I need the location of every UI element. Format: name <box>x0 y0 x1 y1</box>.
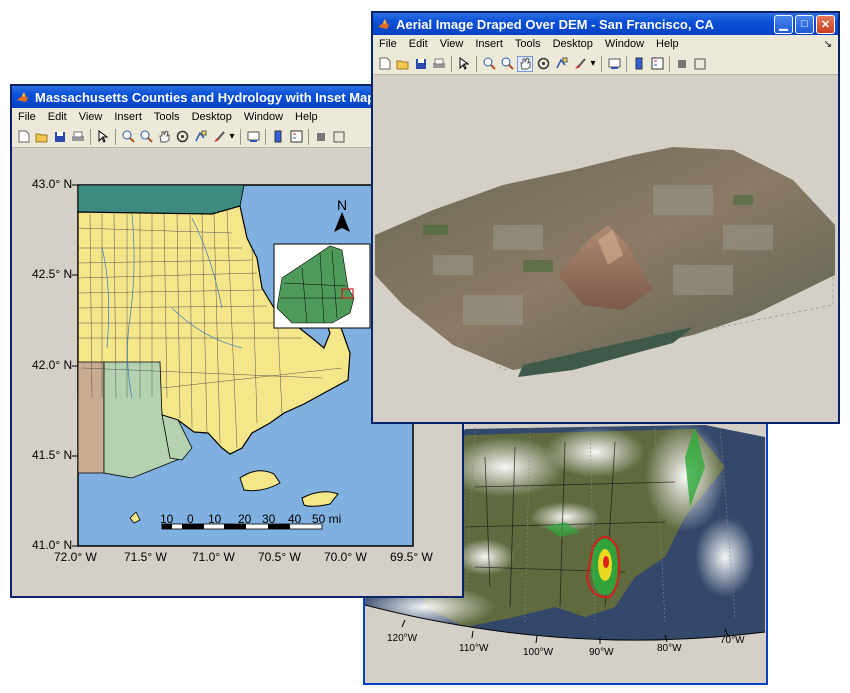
menu-insert[interactable]: Insert <box>108 111 148 123</box>
window-title: Aerial Image Draped Over DEM - San Franc… <box>396 16 714 32</box>
colorbar-icon[interactable] <box>632 57 646 71</box>
scalebar-label: 30 <box>262 512 276 526</box>
data-cursor-icon[interactable] <box>554 57 568 71</box>
lon-label: 70.0° W <box>324 550 367 564</box>
zoom-in-icon[interactable] <box>482 57 496 71</box>
menu-edit[interactable]: Edit <box>403 38 434 50</box>
link-plot-icon[interactable] <box>246 130 260 144</box>
zoom-out-icon[interactable] <box>139 130 153 144</box>
menu-help[interactable]: Help <box>650 38 685 50</box>
scalebar-label: 10 <box>160 512 174 526</box>
legend-icon[interactable] <box>289 130 303 144</box>
scalebar-label: 50 mi <box>312 512 342 526</box>
brush-icon[interactable] <box>572 57 586 71</box>
menu-view[interactable]: View <box>434 38 470 50</box>
menu-edit[interactable]: Edit <box>42 111 73 123</box>
new-hampshire-region <box>77 184 245 215</box>
menu-bar: File Edit View Insert Tools Desktop Wind… <box>373 35 838 53</box>
show-tools-icon[interactable] <box>332 130 346 144</box>
open-folder-icon[interactable] <box>396 57 410 71</box>
scalebar-label: 20 <box>238 512 252 526</box>
save-icon[interactable] <box>53 130 67 144</box>
lat-label: 42.5° N <box>32 267 73 281</box>
scalebar-label: 10 <box>208 512 222 526</box>
scalebar-label: 40 <box>288 512 302 526</box>
link-plot-icon[interactable] <box>607 57 621 71</box>
sanfrancisco-titlebar[interactable]: Aerial Image Draped Over DEM - San Franc… <box>373 13 838 35</box>
new-york-region <box>77 361 105 474</box>
rotate-3d-icon[interactable] <box>175 130 189 144</box>
hide-tools-icon[interactable] <box>314 130 328 144</box>
menu-view[interactable]: View <box>73 111 109 123</box>
print-icon[interactable] <box>71 130 85 144</box>
lon-label: 71.5° W <box>124 550 167 564</box>
figure-toolbar: ▾ <box>373 53 838 75</box>
colorbar-icon[interactable] <box>271 130 285 144</box>
new-file-icon[interactable] <box>17 130 31 144</box>
menu-file[interactable]: File <box>12 111 42 123</box>
menu-insert[interactable]: Insert <box>469 38 509 50</box>
zoom-out-icon[interactable] <box>500 57 514 71</box>
lon-label: 71.0° W <box>192 550 235 564</box>
menu-tools[interactable]: Tools <box>148 111 186 123</box>
lat-label: 43.0° N <box>32 177 73 191</box>
lat-label: 42.0° N <box>32 358 73 372</box>
lon-label-110w: 110°W <box>459 643 489 654</box>
lon-label: 72.0° W <box>54 550 97 564</box>
pan-hand-icon[interactable] <box>157 130 171 144</box>
legend-icon[interactable] <box>650 57 664 71</box>
pan-hand-icon[interactable] <box>517 55 533 72</box>
pointer-icon[interactable] <box>96 130 110 144</box>
menu-window[interactable]: Window <box>238 111 289 123</box>
terrain-3d-view <box>374 147 835 377</box>
lon-label: 70.5° W <box>258 550 301 564</box>
dock-arrow-icon[interactable]: ↘ <box>824 39 832 50</box>
menu-help[interactable]: Help <box>289 111 324 123</box>
sanfrancisco-window[interactable]: Aerial Image Draped Over DEM - San Franc… <box>371 11 840 424</box>
lon-label: 69.5° W <box>390 550 433 564</box>
link-icon[interactable]: ▾ <box>229 130 235 144</box>
minimize-icon[interactable]: ▁ <box>774 14 793 34</box>
window-title: Massachusetts Counties and Hydrology wit… <box>35 89 376 105</box>
scalebar-label: 0 <box>187 512 194 526</box>
open-folder-icon[interactable] <box>35 130 49 144</box>
menu-tools[interactable]: Tools <box>509 38 547 50</box>
lon-label-90w: 90°W <box>589 647 614 658</box>
lon-label-120w: 120°W <box>387 633 418 644</box>
pointer-icon[interactable] <box>457 57 471 71</box>
maximize-icon[interactable]: □ <box>795 14 814 34</box>
menu-window[interactable]: Window <box>599 38 650 50</box>
brush-icon[interactable] <box>211 130 225 144</box>
north-arrow-label: N <box>337 197 347 213</box>
new-file-icon[interactable] <box>378 57 392 71</box>
save-icon[interactable] <box>414 57 428 71</box>
close-icon[interactable]: ✕ <box>816 14 835 34</box>
data-cursor-icon[interactable] <box>193 130 207 144</box>
lon-label-80w: 80°W <box>657 643 682 654</box>
print-icon[interactable] <box>432 57 446 71</box>
hide-tools-icon[interactable] <box>675 57 689 71</box>
link-icon[interactable]: ▾ <box>590 57 596 71</box>
sanfrancisco-figure-area <box>373 75 838 422</box>
rotate-3d-icon[interactable] <box>536 57 550 71</box>
zoom-in-icon[interactable] <box>121 130 135 144</box>
show-tools-icon[interactable] <box>693 57 707 71</box>
menu-desktop[interactable]: Desktop <box>186 111 238 123</box>
lat-label: 41.5° N <box>32 448 73 462</box>
matlab-logo-icon <box>17 92 29 102</box>
matlab-logo-icon <box>378 19 390 29</box>
lon-label-70w: 70°W <box>720 635 745 646</box>
lon-label-100w: 100°W <box>523 647 554 658</box>
menu-file[interactable]: File <box>373 38 403 50</box>
menu-desktop[interactable]: Desktop <box>547 38 599 50</box>
